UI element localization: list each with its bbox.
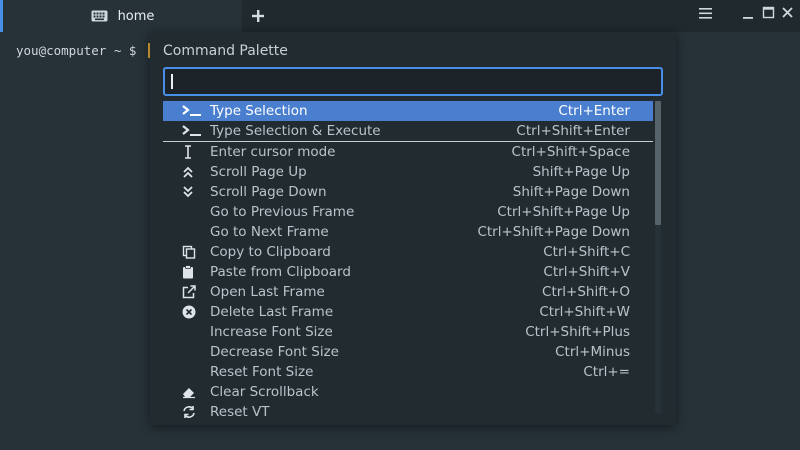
terminal-prompt-icon — [182, 121, 210, 141]
command-shortcut: Ctrl+Shift+Page Up — [497, 204, 630, 220]
command-shortcut: Ctrl+Shift+Plus — [525, 324, 630, 340]
command-shortcut: Shift+Page Up — [532, 164, 630, 180]
terminal-prompt: you@computer ~ $ — [16, 43, 137, 58]
clipboard-icon — [182, 262, 210, 282]
command-shortcut: Ctrl+Shift+Enter — [516, 123, 630, 139]
copy-icon — [182, 242, 210, 262]
input-caret — [171, 74, 173, 89]
command-shortcut: Shift+Page Down — [512, 184, 630, 200]
command-shortcut: Ctrl+Shift+V — [543, 264, 630, 280]
command-shortcut: Ctrl+Enter — [558, 103, 630, 119]
command-shortcut: Ctrl+Minus — [555, 344, 630, 360]
chevrons-up-icon — [182, 162, 210, 182]
command-item[interactable]: Increase Font Size Ctrl+Shift+Plus — [163, 322, 653, 342]
command-item[interactable]: Reset VT — [163, 402, 653, 421]
palette-search-input[interactable] — [163, 67, 663, 96]
scrollbar-thumb[interactable] — [655, 101, 661, 225]
plus-icon[interactable] — [249, 6, 267, 26]
terminal-prompt-icon — [182, 101, 210, 121]
icon-placeholder — [182, 342, 210, 362]
palette-title: Command Palette — [163, 43, 288, 59]
command-shortcut: Ctrl+Shift+C — [543, 244, 630, 260]
command-label: Increase Font Size — [210, 324, 333, 340]
command-label: Go to Previous Frame — [210, 204, 355, 220]
tab-home[interactable]: home — [0, 0, 242, 32]
tab-bar: home — [0, 0, 800, 32]
command-label: Paste from Clipboard — [210, 264, 351, 280]
icon-placeholder — [182, 322, 210, 342]
command-item[interactable]: Copy to Clipboard Ctrl+Shift+C — [163, 242, 653, 262]
maximize-icon[interactable] — [761, 5, 777, 21]
text-cursor-icon — [182, 142, 210, 162]
command-shortcut: Ctrl+Shift+O — [542, 284, 630, 300]
command-shortcut: Ctrl+Shift+Space — [511, 144, 630, 160]
chevrons-down-icon — [182, 182, 210, 202]
command-label: Go to Next Frame — [210, 224, 329, 240]
close-circle-icon — [182, 302, 210, 322]
hamburger-menu-icon[interactable] — [698, 6, 714, 22]
command-item[interactable]: Clear Scrollback — [163, 382, 653, 402]
command-item[interactable]: Go to Next Frame Ctrl+Shift+Page Down — [163, 222, 653, 242]
external-link-icon — [182, 282, 210, 302]
icon-placeholder — [182, 202, 210, 222]
command-item[interactable]: Paste from Clipboard Ctrl+Shift+V — [163, 262, 653, 282]
command-item[interactable]: Decrease Font Size Ctrl+Minus — [163, 342, 653, 362]
close-icon[interactable] — [780, 5, 796, 21]
tab-label: home — [117, 8, 155, 24]
command-shortcut: Ctrl+Shift+Page Down — [477, 224, 630, 240]
command-label: Reset VT — [210, 404, 270, 420]
list-separator — [163, 141, 653, 142]
command-label: Copy to Clipboard — [210, 244, 331, 260]
refresh-icon — [182, 402, 210, 421]
command-label: Enter cursor mode — [210, 144, 336, 160]
command-label: Delete Last Frame — [210, 304, 334, 320]
command-label: Open Last Frame — [210, 284, 325, 300]
command-item[interactable]: Reset Font Size Ctrl+= — [163, 362, 653, 382]
command-item[interactable]: Type Selection Ctrl+Enter — [163, 101, 653, 121]
command-label: Type Selection & Execute — [210, 123, 381, 139]
command-shortcut: Ctrl+Shift+W — [539, 304, 630, 320]
command-item[interactable]: Open Last Frame Ctrl+Shift+O — [163, 282, 653, 302]
command-item[interactable]: Enter cursor mode Ctrl+Shift+Space — [163, 142, 653, 162]
command-label: Decrease Font Size — [210, 344, 339, 360]
command-item[interactable]: Scroll Page Up Shift+Page Up — [163, 162, 653, 182]
command-palette: Command Palette Type Selection Ctrl+Enter… — [150, 32, 676, 425]
minimize-icon[interactable] — [740, 6, 756, 22]
command-label: Reset Font Size — [210, 364, 314, 380]
command-shortcut: Ctrl+= — [583, 364, 630, 380]
command-item[interactable]: Type Selection & Execute Ctrl+Shift+Enter — [163, 121, 653, 141]
icon-placeholder — [182, 222, 210, 242]
icon-placeholder — [182, 362, 210, 382]
command-label: Clear Scrollback — [210, 384, 319, 400]
keyboard-icon — [91, 10, 108, 22]
command-item[interactable]: Delete Last Frame Ctrl+Shift+W — [163, 302, 653, 322]
command-item[interactable]: Scroll Page Down Shift+Page Down — [163, 182, 653, 202]
eraser-icon — [182, 382, 210, 402]
scrollbar[interactable] — [655, 101, 661, 413]
command-label: Scroll Page Up — [210, 164, 307, 180]
command-label: Type Selection — [210, 103, 308, 119]
command-label: Scroll Page Down — [210, 184, 327, 200]
command-item[interactable]: Go to Previous Frame Ctrl+Shift+Page Up — [163, 202, 653, 222]
command-list: Type Selection Ctrl+Enter Type Selection &… — [163, 101, 653, 421]
